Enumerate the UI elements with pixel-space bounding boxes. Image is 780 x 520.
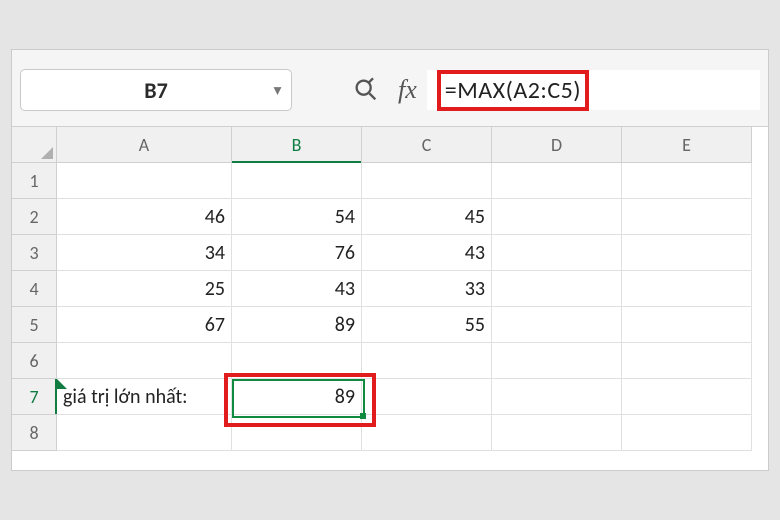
cell-B5[interactable]: 89: [232, 307, 362, 343]
cell-A5[interactable]: 67: [57, 307, 232, 343]
cell-B1[interactable]: [232, 163, 362, 199]
name-box-value: B7: [144, 77, 167, 104]
cell-D5[interactable]: [492, 307, 622, 343]
cell-B6[interactable]: [232, 343, 362, 379]
formula-bar-icons: fx: [302, 75, 417, 105]
cell-A6[interactable]: [57, 343, 232, 379]
row-header-4[interactable]: 4: [12, 271, 57, 307]
row-header-7[interactable]: 7: [12, 379, 57, 415]
cell-A3[interactable]: 34: [57, 235, 232, 271]
cell-D1[interactable]: [492, 163, 622, 199]
cell-C7[interactable]: [362, 379, 492, 415]
cell-B7[interactable]: 89: [232, 379, 362, 415]
cell-C6[interactable]: [362, 343, 492, 379]
cell-C1[interactable]: [362, 163, 492, 199]
cell-D4[interactable]: [492, 271, 622, 307]
formula-text: =MAX(A2:C5): [445, 76, 581, 105]
row-header-2[interactable]: 2: [12, 199, 57, 235]
column-header-C[interactable]: C: [362, 127, 492, 163]
row-header-6[interactable]: 6: [12, 343, 57, 379]
column-header-B[interactable]: B: [232, 127, 362, 163]
select-all-corner[interactable]: [12, 127, 57, 163]
chevron-down-icon[interactable]: ▾: [274, 82, 281, 99]
cell-C5[interactable]: 55: [362, 307, 492, 343]
cell-D6[interactable]: [492, 343, 622, 379]
cell-C2[interactable]: 45: [362, 199, 492, 235]
cell-D7[interactable]: [492, 379, 622, 415]
cell-C4[interactable]: 33: [362, 271, 492, 307]
cell-A4[interactable]: 25: [57, 271, 232, 307]
row-header-5[interactable]: 5: [12, 307, 57, 343]
column-header-D[interactable]: D: [492, 127, 622, 163]
cell-B8[interactable]: [232, 415, 362, 451]
fx-icon[interactable]: fx: [398, 75, 417, 105]
cell-D3[interactable]: [492, 235, 622, 271]
cell-E5[interactable]: [622, 307, 752, 343]
name-box[interactable]: B7 ▾: [20, 69, 292, 111]
cell-A7[interactable]: giá trị lớn nhất:: [57, 379, 232, 415]
zoom-lens-icon[interactable]: [352, 76, 380, 104]
cell-B4[interactable]: 43: [232, 271, 362, 307]
cell-E2[interactable]: [622, 199, 752, 235]
column-header-E[interactable]: E: [622, 127, 752, 163]
cell-D2[interactable]: [492, 199, 622, 235]
cell-E3[interactable]: [622, 235, 752, 271]
cell-marker-icon: [57, 379, 67, 389]
cell-C8[interactable]: [362, 415, 492, 451]
row-header-1[interactable]: 1: [12, 163, 57, 199]
formula-bar-row: B7 ▾ fx =MAX(A2:C5): [12, 50, 768, 127]
column-header-A[interactable]: A: [57, 127, 232, 163]
formula-highlight: =MAX(A2:C5): [437, 70, 589, 111]
cell-E8[interactable]: [622, 415, 752, 451]
cell-D8[interactable]: [492, 415, 622, 451]
cell-A2[interactable]: 46: [57, 199, 232, 235]
cell-E7[interactable]: [622, 379, 752, 415]
cell-C3[interactable]: 43: [362, 235, 492, 271]
formula-input[interactable]: =MAX(A2:C5): [427, 70, 760, 110]
cell-B2[interactable]: 54: [232, 199, 362, 235]
cell-E1[interactable]: [622, 163, 752, 199]
cell-E4[interactable]: [622, 271, 752, 307]
cell-A8[interactable]: [57, 415, 232, 451]
spreadsheet-grid[interactable]: ABCDE1246544533476434254333567895567giá …: [12, 127, 768, 451]
cell-E6[interactable]: [622, 343, 752, 379]
row-header-8[interactable]: 8: [12, 415, 57, 451]
row-header-3[interactable]: 3: [12, 235, 57, 271]
cell-B3[interactable]: 76: [232, 235, 362, 271]
cell-A1[interactable]: [57, 163, 232, 199]
